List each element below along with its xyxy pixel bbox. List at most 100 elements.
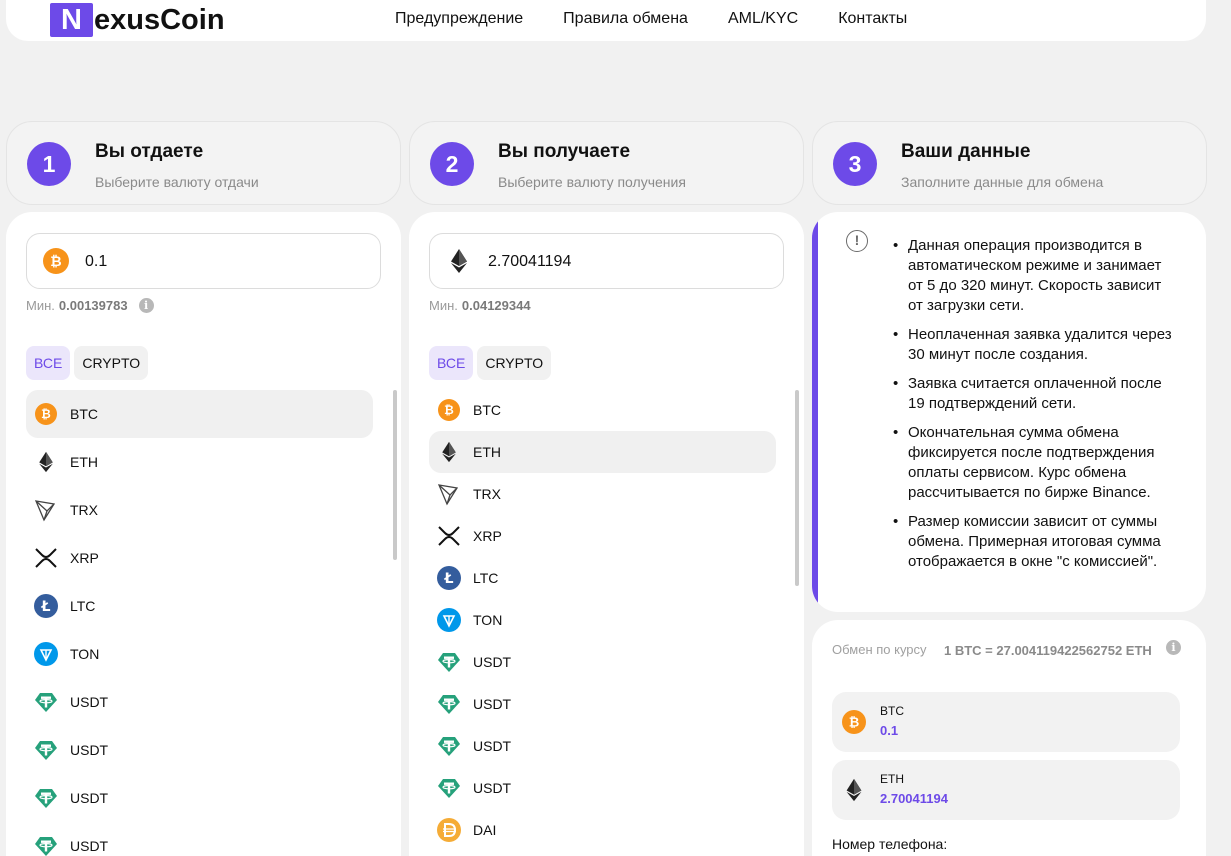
summary-from: ₿ BTC 0.1 [832,692,1180,752]
xrp-icon [437,524,461,548]
receive-list-scrollbar[interactable] [795,390,799,586]
currency-item-ton[interactable]: TON [26,630,373,678]
step-number: 1 [27,142,71,186]
currency-item-dai[interactable]: DAI [429,809,776,851]
currency-label: USDT [473,738,512,754]
info-icon[interactable]: i [138,298,154,313]
min-label: Мин. [26,298,55,313]
give-amount-input[interactable] [85,248,365,276]
currency-item-usdt[interactable]: USDT [26,822,373,856]
litecoin-icon: Ł [437,566,461,590]
btc-icon: ₿ [842,710,866,739]
give-list-scrollbar[interactable] [393,390,397,560]
currency-item-ltc[interactable]: Ł LTC [26,582,373,630]
tether-icon [34,690,58,714]
currency-label: USDT [70,694,109,710]
filter-crypto[interactable]: CRYPTO [477,346,552,380]
summary-from-amount: 0.1 [880,723,899,738]
filter-all[interactable]: ВСЕ [429,346,474,380]
receive-currency-list: ₿ BTC ETH TRX XRP Ł LTC TON USDT USDT USDT USDT DAI [429,389,776,851]
summary-to: ETH 2.70041194 [832,760,1180,820]
step-subtitle: Заполните данные для обмена [901,174,1104,190]
currency-label: USDT [70,790,109,806]
nav-aml-kyc[interactable]: AML/KYC [728,10,798,28]
currency-label: USDT [473,654,512,670]
main-nav: Предупреждение Правила обмена AML/KYC Ко… [395,10,907,28]
svg-text:₿: ₿ [849,716,860,731]
svg-text:Ł: Ł [444,571,454,587]
currency-label: XRP [473,528,502,544]
give-panel: ₿ Мин. 0.00139783 i ВСЕ CRYPTO ₿ BTC ETH TR… [6,212,401,856]
step-your-data: 3 Ваши данные Заполните данные для обмен… [812,121,1207,205]
phone-label: Номер телефона: [832,836,948,852]
filter-crypto[interactable]: CRYPTO [74,346,149,380]
rate-label: Обмен по курсу [832,642,927,657]
step-number: 3 [833,142,877,186]
xrp-icon [34,546,58,570]
receive-amount-input[interactable] [488,248,768,276]
nav-exchange-rules[interactable]: Правила обмена [563,10,688,28]
tether-icon [437,692,461,716]
step-title: Вы отдаете [95,141,204,162]
receive-amount-field[interactable] [429,233,784,289]
currency-item-usdt[interactable]: USDT [26,774,373,822]
min-value: 0.04129344 [461,298,531,313]
svg-text:Ł: Ł [41,599,51,615]
currency-item-ton[interactable]: TON [429,599,776,641]
btc-icon: ₿ [43,248,69,279]
receive-filters: ВСЕ CRYPTO [429,346,552,380]
eth-icon [446,248,472,279]
currency-label: BTC [473,402,501,418]
currency-item-usdt[interactable]: USDT [429,641,776,683]
summary-to-code: ETH [880,772,904,786]
tether-icon [437,776,461,800]
nav-contacts[interactable]: Контакты [838,10,907,28]
filter-all[interactable]: ВСЕ [26,346,71,380]
tether-icon [34,834,58,856]
tether-icon [437,650,461,674]
tron-icon [34,498,58,522]
currency-item-usdt[interactable]: USDT [429,725,776,767]
svg-text:₿: ₿ [444,403,454,417]
give-amount-field[interactable]: ₿ [26,233,381,289]
currency-item-btc[interactable]: ₿ BTC [429,389,776,431]
accent-bar [812,212,818,612]
step-title: Ваши данные [901,141,1031,162]
currency-item-trx[interactable]: TRX [429,473,776,515]
step-give: 1 Вы отдаете Выберите валюту отдачи [6,121,401,205]
currency-item-eth[interactable]: ETH [26,438,373,486]
receive-panel: Мин. 0.04129344 ВСЕ CRYPTO ₿ BTC ETH TRX XRP… [409,212,804,856]
currency-label: DAI [473,822,497,838]
currency-item-trx[interactable]: TRX [26,486,373,534]
receive-min-amount: Мин. 0.04129344 [429,298,531,313]
logo[interactable]: NexusCoin [50,2,225,38]
give-currency-list: ₿ BTC ETH TRX XRP Ł LTC TON USDT USDT USDT USDT [26,390,373,856]
info-icon[interactable]: i [1166,640,1181,655]
currency-item-usdt[interactable]: USDT [429,767,776,809]
litecoin-icon: Ł [34,594,58,618]
currency-item-usdt[interactable]: USDT [26,726,373,774]
currency-item-usdt[interactable]: USDT [26,678,373,726]
btc-icon: ₿ [34,402,58,426]
currency-item-ltc[interactable]: Ł LTC [429,557,776,599]
currency-item-eth[interactable]: ETH [429,431,776,473]
notice-item: Неоплаченная заявка удалится через 30 ми… [893,325,1178,365]
svg-text:₿: ₿ [41,407,51,421]
exchange-summary: Обмен по курсу 1 BTC = 27.00411942256275… [812,620,1206,856]
currency-label: TRX [70,502,98,518]
notice-item: Размер комиссии зависит от суммы обмена.… [893,512,1178,572]
currency-item-xrp[interactable]: XRP [429,515,776,557]
notice-item: Данная операция производится в автоматич… [893,236,1178,316]
currency-item-usdt[interactable]: USDT [429,683,776,725]
currency-label: TON [473,612,503,628]
step-title: Вы получаете [498,141,631,162]
ton-icon [437,608,461,632]
eth-icon [34,450,58,474]
currency-item-xrp[interactable]: XRP [26,534,373,582]
summary-from-code: BTC [880,704,904,718]
currency-label: USDT [473,780,512,796]
nav-warning[interactable]: Предупреждение [395,10,523,28]
currency-label: XRP [70,550,99,566]
min-label: Мин. [429,298,458,313]
currency-item-btc[interactable]: ₿ BTC [26,390,373,438]
